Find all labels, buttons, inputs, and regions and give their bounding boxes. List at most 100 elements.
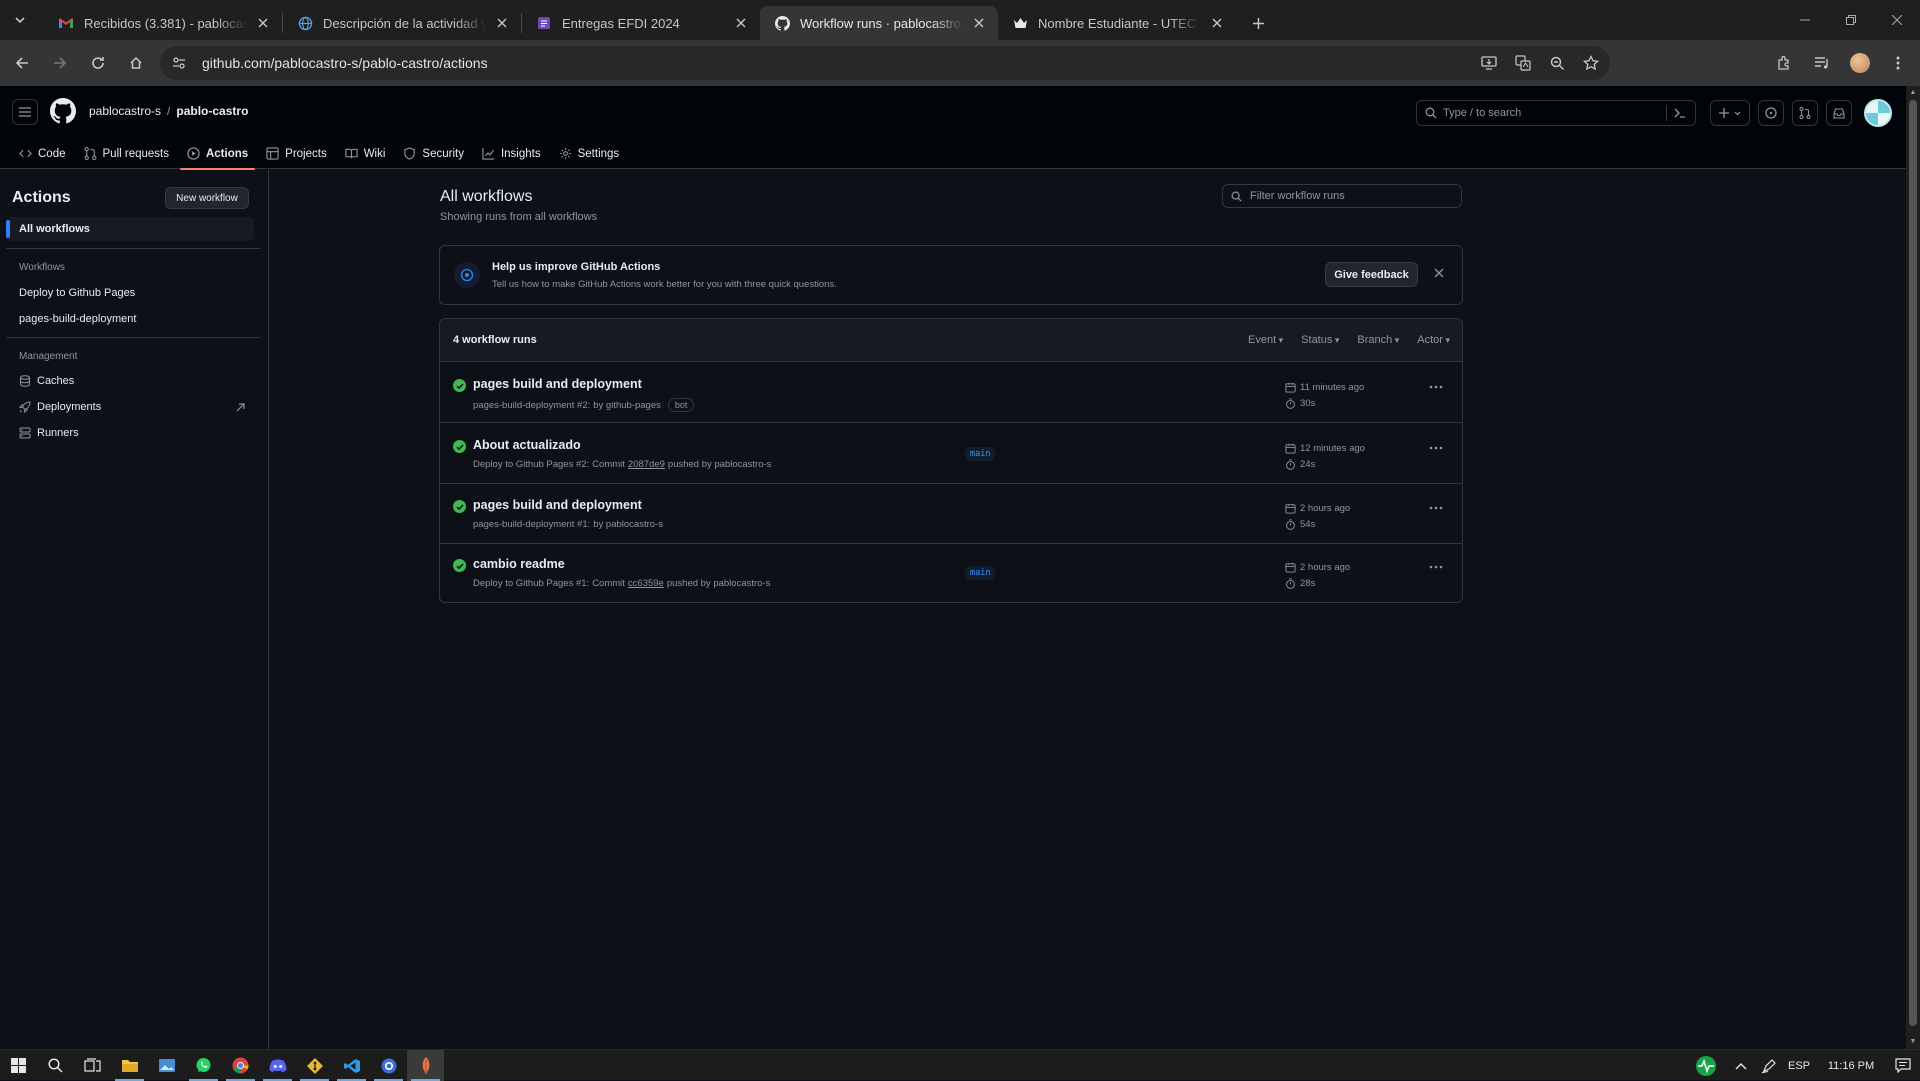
- tab-projects[interactable]: Projects: [257, 138, 336, 169]
- close-window-icon[interactable]: [1874, 0, 1920, 40]
- sidebar-item-deploy-to-github-pages[interactable]: Deploy to Github Pages: [19, 287, 135, 299]
- minimize-icon[interactable]: [1782, 0, 1828, 40]
- tab-pull-requests[interactable]: Pull requests: [75, 138, 178, 169]
- actor-filter-dropdown[interactable]: Actor: [1417, 334, 1450, 346]
- commit-link[interactable]: cc6359e: [628, 578, 664, 589]
- close-tab-icon[interactable]: [732, 14, 750, 32]
- image-viewer-icon[interactable]: [148, 1050, 185, 1081]
- chrome-icon[interactable]: [222, 1050, 259, 1081]
- kebab-menu-icon[interactable]: [1429, 565, 1443, 569]
- profile-avatar[interactable]: [1846, 47, 1874, 79]
- scrollbar-thumb[interactable]: [1909, 100, 1917, 1026]
- new-workflow-button[interactable]: New workflow: [165, 187, 249, 209]
- kebab-menu-icon[interactable]: [1429, 506, 1443, 510]
- url-text[interactable]: github.com/pablocastro-s/pablo-castro/ac…: [202, 55, 488, 71]
- task-view-icon[interactable]: [74, 1050, 111, 1081]
- page-scrollbar[interactable]: ▲ ▼: [1906, 86, 1920, 1049]
- branch-label[interactable]: main: [965, 447, 996, 461]
- close-icon[interactable]: [1434, 268, 1444, 278]
- media-controls-icon[interactable]: [1808, 47, 1836, 79]
- run-title[interactable]: cambio readme: [473, 557, 565, 571]
- git-client-icon[interactable]: [296, 1050, 333, 1081]
- new-tab-plus-icon[interactable]: [1244, 9, 1272, 37]
- browser-tab-descripcion[interactable]: Descripción de la actividad y en: [283, 6, 521, 40]
- browser-tab-utec[interactable]: Nombre Estudiante - UTEC & Fu: [998, 6, 1236, 40]
- pen-icon[interactable]: [1756, 1050, 1782, 1081]
- address-bar[interactable]: github.com/pablocastro-s/pablo-castro/ac…: [160, 46, 1610, 80]
- run-title[interactable]: About actualizado: [473, 438, 581, 452]
- windows-start-icon[interactable]: [0, 1050, 37, 1081]
- tab-code[interactable]: Code: [10, 138, 75, 169]
- show-hidden-icons-chevron-icon[interactable]: [1726, 1050, 1756, 1081]
- sidebar-item-deployments[interactable]: Deployments: [19, 401, 101, 413]
- activity-monitor-icon[interactable]: [1686, 1050, 1726, 1081]
- restore-icon[interactable]: [1828, 0, 1874, 40]
- browser-app-icon[interactable]: [370, 1050, 407, 1081]
- bookmark-star-icon[interactable]: [1578, 50, 1604, 76]
- install-app-icon[interactable]: [1476, 50, 1502, 76]
- branch-label[interactable]: main: [965, 566, 996, 580]
- command-palette-icon[interactable]: [1671, 105, 1689, 121]
- sidebar-item-runners[interactable]: Runners: [19, 427, 79, 439]
- sidebar-item-all-workflows[interactable]: All workflows: [6, 217, 254, 241]
- workflow-run-row[interactable]: About actualizado Deploy to Github Pages…: [440, 424, 1462, 484]
- issues-icon[interactable]: [1758, 100, 1784, 126]
- whatsapp-icon[interactable]: [185, 1050, 222, 1081]
- browser-tab-gmail[interactable]: Recibidos (3.381) - pablocastro: [44, 6, 282, 40]
- run-title[interactable]: pages build and deployment: [473, 377, 642, 391]
- user-avatar[interactable]: [1864, 99, 1892, 127]
- close-tab-icon[interactable]: [970, 14, 988, 32]
- browser-tab-github-actions[interactable]: Workflow runs · pablocastro-s/p: [760, 6, 998, 40]
- back-arrow-icon[interactable]: [6, 47, 38, 79]
- tab-actions[interactable]: Actions: [178, 138, 257, 170]
- hamburger-menu-icon[interactable]: [12, 99, 38, 125]
- close-tab-icon[interactable]: [493, 14, 511, 32]
- scroll-up-arrow-icon[interactable]: ▲: [1909, 89, 1917, 97]
- branch-filter-dropdown[interactable]: Branch: [1357, 334, 1399, 346]
- create-new-plus-icon[interactable]: [1710, 100, 1750, 126]
- event-filter-dropdown[interactable]: Event: [1248, 334, 1283, 346]
- tab-settings[interactable]: Settings: [550, 138, 629, 169]
- run-title[interactable]: pages build and deployment: [473, 498, 642, 512]
- notifications-icon[interactable]: [1886, 1050, 1920, 1081]
- tab-search-chevron-icon[interactable]: [6, 6, 34, 34]
- workflow-run-row[interactable]: pages build and deployment pages-build-d…: [440, 484, 1462, 544]
- scroll-down-arrow-icon[interactable]: ▼: [1909, 1038, 1917, 1046]
- tab-insights[interactable]: Insights: [473, 138, 550, 169]
- owner-link[interactable]: pablocastro-s: [89, 104, 161, 118]
- home-icon[interactable]: [120, 47, 152, 79]
- sidebar-item-pages-build-deployment[interactable]: pages-build-deployment: [19, 313, 136, 325]
- reload-icon[interactable]: [82, 47, 114, 79]
- clock[interactable]: 11:16 PM: [1816, 1050, 1886, 1081]
- pull-requests-icon[interactable]: [1792, 100, 1818, 126]
- taskbar-search-icon[interactable]: [37, 1050, 74, 1081]
- filter-workflow-runs-input[interactable]: Filter workflow runs: [1222, 184, 1462, 208]
- close-tab-icon[interactable]: [1208, 14, 1226, 32]
- give-feedback-button[interactable]: Give feedback: [1325, 262, 1418, 287]
- zoom-icon[interactable]: [1544, 50, 1570, 76]
- browser-menu-icon[interactable]: [1884, 47, 1912, 79]
- browser-tab-forms[interactable]: Entregas EFDI 2024: [522, 6, 760, 40]
- site-info-icon[interactable]: [164, 48, 194, 78]
- discord-icon[interactable]: [259, 1050, 296, 1081]
- search-input[interactable]: Type / to search: [1416, 100, 1696, 126]
- inbox-icon[interactable]: [1826, 100, 1852, 126]
- github-logo-icon[interactable]: [50, 98, 76, 124]
- file-explorer-icon[interactable]: [111, 1050, 148, 1081]
- sidebar-item-caches[interactable]: Caches: [19, 375, 74, 387]
- workflow-run-row[interactable]: cambio readme Deploy to Github Pages #1:…: [440, 543, 1462, 602]
- kebab-menu-icon[interactable]: [1429, 385, 1443, 389]
- language-indicator[interactable]: ESP: [1782, 1050, 1816, 1081]
- translate-icon[interactable]: [1510, 50, 1536, 76]
- kebab-menu-icon[interactable]: [1429, 446, 1443, 450]
- forward-arrow-icon[interactable]: [44, 47, 76, 79]
- extensions-puzzle-icon[interactable]: [1770, 47, 1798, 79]
- repo-link[interactable]: pablo-castro: [176, 104, 248, 118]
- status-filter-dropdown[interactable]: Status: [1301, 334, 1339, 346]
- tab-security[interactable]: Security: [394, 138, 473, 169]
- tab-wiki[interactable]: Wiki: [336, 138, 395, 169]
- feather-app-icon[interactable]: [407, 1050, 444, 1081]
- vscode-icon[interactable]: [333, 1050, 370, 1081]
- workflow-run-row[interactable]: pages build and deployment pages-build-d…: [440, 363, 1462, 423]
- close-tab-icon[interactable]: [254, 14, 272, 32]
